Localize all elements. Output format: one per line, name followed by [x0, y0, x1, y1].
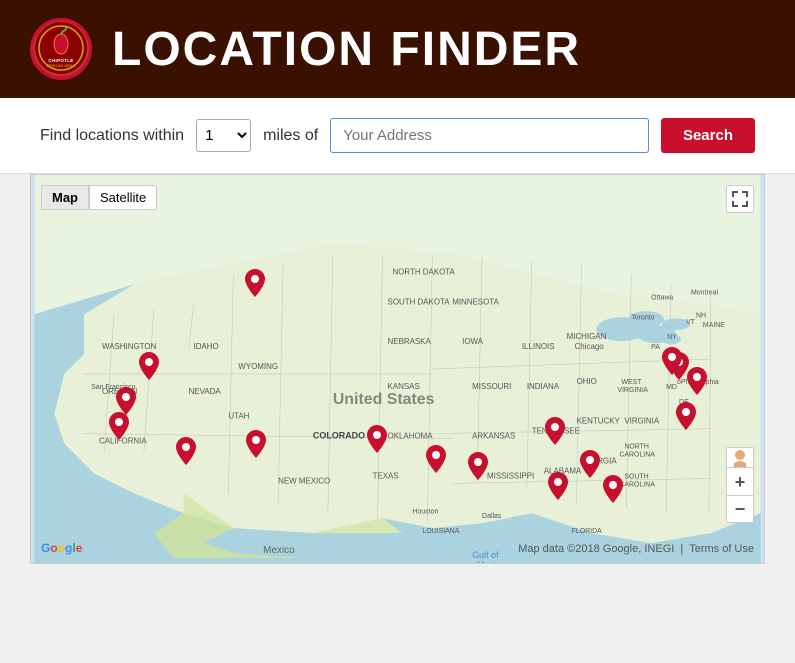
map-marker[interactable] — [662, 347, 682, 375]
svg-text:Toronto: Toronto — [631, 314, 654, 321]
svg-text:NEW MEXICO: NEW MEXICO — [278, 476, 330, 485]
svg-text:NEBRASKA: NEBRASKA — [388, 337, 432, 346]
miles-select[interactable]: 15102550 — [196, 119, 251, 152]
svg-text:FLORIDA: FLORIDA — [572, 528, 602, 535]
svg-text:VIRGINIA: VIRGINIA — [624, 417, 660, 426]
search-button[interactable]: Search — [661, 118, 755, 153]
svg-text:Ottawa: Ottawa — [651, 294, 673, 301]
svg-text:OKLAHOMA: OKLAHOMA — [388, 432, 434, 441]
map-marker[interactable] — [139, 352, 159, 380]
svg-text:CHIPOTLE: CHIPOTLE — [48, 58, 73, 63]
svg-text:SOUTH DAKOTA: SOUTH DAKOTA — [388, 297, 451, 306]
svg-text:Houston: Houston — [412, 508, 438, 515]
map-type-map-button[interactable]: Map — [41, 185, 89, 210]
svg-text:CAROLINA: CAROLINA — [619, 452, 655, 459]
page-title: LOCATION FINDER — [112, 22, 581, 77]
header: CHIPOTLE MEXICAN GRILL LOCATION FINDER — [0, 0, 795, 98]
svg-text:IOWA: IOWA — [462, 337, 484, 346]
svg-text:Gulf of: Gulf of — [472, 550, 499, 560]
svg-text:MICHIGAN: MICHIGAN — [567, 332, 607, 341]
google-logo: Google — [41, 541, 82, 555]
svg-text:NEVADA: NEVADA — [189, 387, 222, 396]
svg-text:NH: NH — [696, 312, 706, 319]
svg-text:UTAH: UTAH — [228, 412, 249, 421]
map-marker[interactable] — [176, 437, 196, 465]
svg-text:TEXAS: TEXAS — [373, 471, 399, 480]
chipotle-logo: CHIPOTLE MEXICAN GRILL — [30, 18, 92, 80]
terms-of-use-link[interactable]: Terms of Use — [689, 543, 754, 555]
svg-text:OHIO: OHIO — [577, 377, 597, 386]
svg-text:MEXICAN GRILL: MEXICAN GRILL — [46, 64, 75, 68]
map-type-satellite-button[interactable]: Satellite — [89, 185, 157, 210]
search-label: Find locations within — [40, 127, 184, 145]
map-marker[interactable] — [367, 425, 387, 453]
svg-text:Mexico: Mexico — [477, 560, 505, 563]
map-marker[interactable] — [245, 269, 265, 297]
map-marker[interactable] — [468, 452, 488, 480]
zoom-out-button[interactable]: − — [726, 495, 754, 523]
map-marker[interactable] — [687, 367, 707, 395]
svg-text:MISSISSIPPI: MISSISSIPPI — [487, 471, 534, 480]
svg-text:NORTH DAKOTA: NORTH DAKOTA — [393, 267, 456, 276]
miles-of-label: miles of — [263, 127, 318, 145]
map-type-controls[interactable]: Map Satellite — [41, 185, 157, 210]
svg-text:United States: United States — [333, 391, 435, 408]
svg-text:VT: VT — [686, 319, 696, 326]
map-container[interactable]: WASHINGTON OREGON CALIFORNIA IDAHO NEVAD… — [30, 174, 765, 564]
svg-text:KANSAS: KANSAS — [388, 382, 420, 391]
map-marker[interactable] — [548, 472, 568, 500]
svg-text:VIRGINIA: VIRGINIA — [617, 387, 648, 394]
svg-text:KENTUCKY: KENTUCKY — [577, 417, 621, 426]
zoom-in-button[interactable]: + — [726, 467, 754, 495]
svg-text:ARKANSAS: ARKANSAS — [472, 432, 515, 441]
svg-text:Mexico: Mexico — [263, 545, 295, 556]
search-bar: Find locations within 15102550 miles of … — [0, 98, 795, 174]
svg-text:Montreal: Montreal — [691, 289, 719, 296]
svg-text:WYOMING: WYOMING — [238, 362, 278, 371]
address-input[interactable] — [330, 118, 649, 153]
svg-text:MINNESOTA: MINNESOTA — [452, 297, 499, 306]
svg-text:COLORADO: COLORADO — [313, 431, 365, 441]
svg-text:PA: PA — [651, 344, 660, 351]
svg-text:MAINE: MAINE — [703, 322, 725, 329]
svg-text:ILLINOIS: ILLINOIS — [522, 342, 555, 351]
svg-text:MD: MD — [666, 384, 677, 391]
svg-text:MISSOURI: MISSOURI — [472, 382, 511, 391]
svg-text:WEST: WEST — [621, 379, 642, 386]
svg-text:CAROLINA: CAROLINA — [619, 481, 655, 488]
map-attribution: Map data ©2018 Google, INEGI | Terms of … — [518, 543, 754, 555]
map-marker[interactable] — [426, 445, 446, 473]
svg-text:Chicago: Chicago — [575, 342, 605, 351]
svg-text:INDIANA: INDIANA — [527, 382, 560, 391]
svg-text:WASHINGTON: WASHINGTON — [102, 342, 157, 351]
zoom-controls[interactable]: + − — [726, 467, 754, 523]
svg-text:SOUTH: SOUTH — [624, 473, 648, 480]
map-marker[interactable] — [116, 387, 136, 415]
svg-text:NORTH: NORTH — [624, 444, 649, 451]
svg-text:LOUISIANA: LOUISIANA — [422, 528, 459, 535]
svg-text:IDAHO: IDAHO — [194, 342, 219, 351]
svg-text:NY: NY — [667, 334, 677, 341]
svg-text:Dallas: Dallas — [482, 513, 502, 520]
map-marker[interactable] — [545, 417, 565, 445]
map-marker[interactable] — [246, 430, 266, 458]
map-marker[interactable] — [676, 402, 696, 430]
fullscreen-button[interactable] — [726, 185, 754, 213]
map-marker[interactable] — [580, 450, 600, 478]
map-marker[interactable] — [109, 412, 129, 440]
map-marker[interactable] — [603, 475, 623, 503]
